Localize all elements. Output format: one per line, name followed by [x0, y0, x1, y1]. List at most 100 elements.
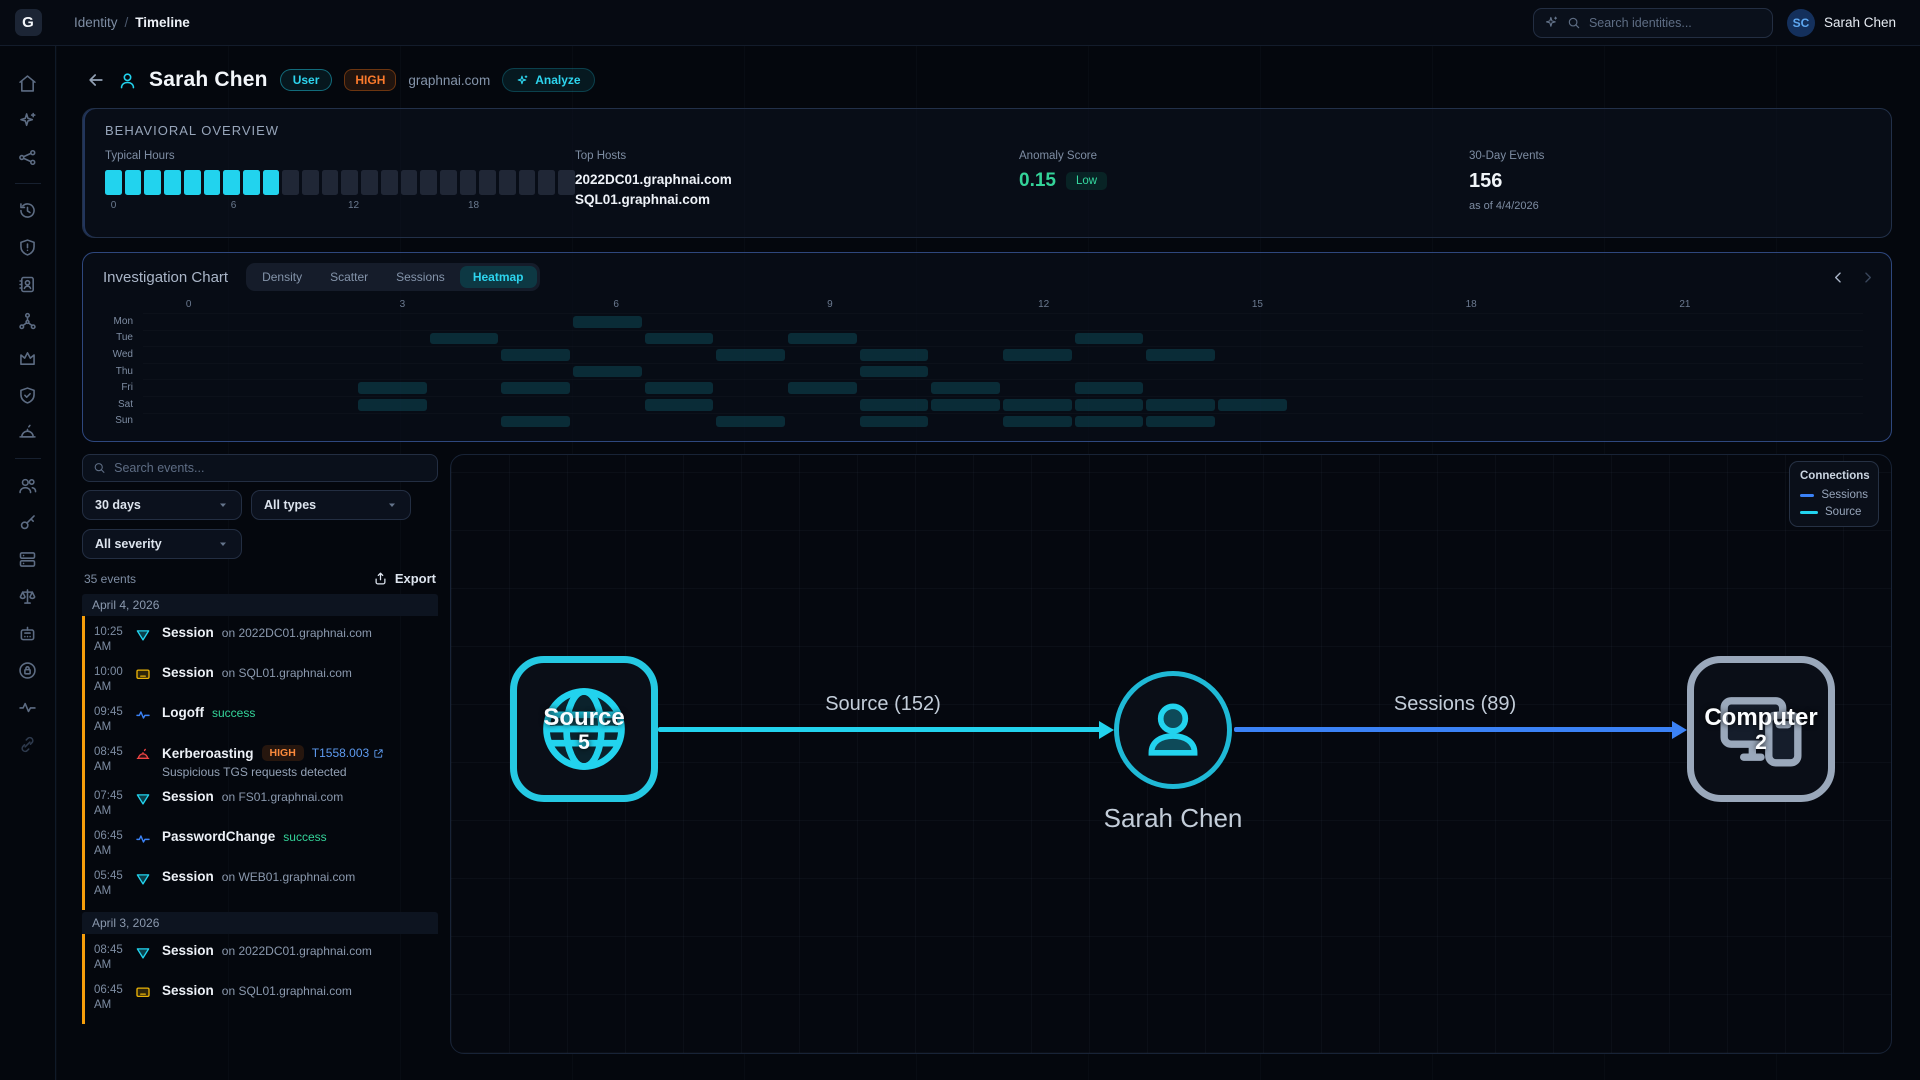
heatmap-hour-label: 3	[400, 299, 406, 310]
sidebar-item-servers[interactable]	[11, 542, 45, 576]
heatmap-cell[interactable]	[1003, 416, 1072, 428]
lock-circle-icon	[17, 660, 38, 681]
sidebar-item-activity[interactable]	[11, 690, 45, 724]
relationship-graph[interactable]: Connections SessionsSource Source (152) …	[450, 454, 1892, 1054]
breadcrumb-parent[interactable]: Identity	[74, 15, 118, 30]
date-range-select[interactable]: 30 days	[82, 490, 242, 520]
event-row[interactable]: 10:25AMSessionon 2022DC01.graphnai.com	[85, 620, 438, 660]
event-row[interactable]: 08:45AMKerberoastingHIGHT1558.003Suspici…	[85, 740, 438, 784]
heatmap-cell[interactable]	[430, 333, 499, 345]
event-type-select[interactable]: All types	[251, 490, 411, 520]
sidebar-item-link[interactable]	[11, 727, 45, 761]
node-computer[interactable]: Computer 2	[1687, 656, 1835, 802]
heatmap-cell[interactable]	[573, 316, 642, 328]
chevron-right-icon[interactable]	[1860, 270, 1875, 285]
heatmap-cell[interactable]	[1003, 349, 1072, 361]
legend-label: Sessions	[1821, 489, 1868, 501]
heatmap-cell[interactable]	[860, 399, 929, 411]
user-menu[interactable]: SC Sarah Chen	[1787, 9, 1896, 37]
event-row[interactable]: 06:45AMPasswordChangesuccess	[85, 824, 438, 864]
sidebar-item-graph-network[interactable]	[11, 140, 45, 174]
sidebar-item-history[interactable]	[11, 193, 45, 227]
analyze-label: Analyze	[535, 73, 580, 87]
event-row[interactable]: 09:45AMLogoffsuccess	[85, 700, 438, 740]
node-source[interactable]: Source 5	[510, 656, 658, 802]
heatmap-cell[interactable]	[501, 349, 570, 361]
heatmap-hour-label: 0	[186, 299, 192, 310]
chart-tabs: DensityScatterSessionsHeatmap	[246, 263, 539, 291]
heatmap-cell[interactable]	[1146, 416, 1215, 428]
event-title: Session	[162, 665, 214, 680]
heatmap-cell[interactable]	[716, 349, 785, 361]
export-button[interactable]: Export	[373, 571, 436, 586]
sidebar-item-scales[interactable]	[11, 579, 45, 613]
sidebar-item-hierarchy[interactable]	[11, 304, 45, 338]
heatmap-cell[interactable]	[1075, 333, 1144, 345]
heatmap-cell[interactable]	[501, 416, 570, 428]
tab-scatter[interactable]: Scatter	[317, 266, 381, 288]
event-row[interactable]: 08:45AMSessionon 2022DC01.graphnai.com	[85, 938, 438, 978]
sidebar-item-home[interactable]	[11, 66, 45, 100]
heatmap-cell[interactable]	[1075, 382, 1144, 394]
sidebar-item-shield-check[interactable]	[11, 378, 45, 412]
events-search-input[interactable]	[114, 461, 427, 475]
heatmap-cell[interactable]	[501, 382, 570, 394]
events-search[interactable]	[82, 454, 438, 482]
technique-link[interactable]: T1558.003	[312, 746, 384, 760]
hour-block-6	[223, 170, 240, 195]
identity-search[interactable]	[1533, 8, 1773, 38]
severity-select[interactable]: All severity	[82, 529, 242, 559]
heatmap-cell[interactable]	[573, 366, 642, 378]
node-user[interactable]: Sarah Chen	[1114, 671, 1232, 789]
event-host: on 2022DC01.graphnai.com	[222, 944, 372, 958]
heatmap-cell[interactable]	[860, 366, 929, 378]
heatmap-cell[interactable]	[1146, 399, 1215, 411]
sidebar-item-id-card[interactable]	[11, 267, 45, 301]
heatmap-cell[interactable]	[860, 349, 929, 361]
heatmap-cell[interactable]	[645, 382, 714, 394]
heatmap-cell[interactable]	[1146, 349, 1215, 361]
heatmap-track	[143, 330, 1863, 347]
tab-sessions[interactable]: Sessions	[383, 266, 458, 288]
heatmap-cell[interactable]	[931, 382, 1000, 394]
heatmap-cell[interactable]	[1075, 399, 1144, 411]
sidebar-item-robot[interactable]	[11, 616, 45, 650]
event-row[interactable]: 05:45AMSessionon WEB01.graphnai.com	[85, 864, 438, 904]
heatmap-cell[interactable]	[1075, 416, 1144, 428]
event-row[interactable]: 06:45AMSessionon SQL01.graphnai.com	[85, 978, 438, 1018]
heatmap-row-wed: Wed	[99, 346, 1875, 363]
sidebar-item-users[interactable]	[11, 468, 45, 502]
heatmap-cell[interactable]	[1218, 399, 1287, 411]
event-time: 06:45AM	[94, 829, 134, 859]
heatmap-cell[interactable]	[1003, 399, 1072, 411]
tab-heatmap[interactable]: Heatmap	[460, 266, 537, 288]
heatmap-cell[interactable]	[788, 333, 857, 345]
event-row[interactable]: 07:45AMSessionon FS01.graphnai.com	[85, 784, 438, 824]
heatmap-cell[interactable]	[358, 399, 427, 411]
back-button[interactable]	[86, 70, 106, 90]
heatmap-cell[interactable]	[931, 399, 1000, 411]
heatmap-cell[interactable]	[788, 382, 857, 394]
sidebar-item-lock-circle[interactable]	[11, 653, 45, 687]
heatmap-hour-label: 9	[827, 299, 833, 310]
sidebar-item-shield-alert[interactable]	[11, 230, 45, 264]
heatmap-cell[interactable]	[860, 416, 929, 428]
event-row[interactable]: 10:00AMSessionon SQL01.graphnai.com	[85, 660, 438, 700]
heatmap-cell[interactable]	[645, 399, 714, 411]
hour-block-12	[341, 170, 358, 195]
sidebar-item-key[interactable]	[11, 505, 45, 539]
heatmap-cell[interactable]	[645, 333, 714, 345]
app-logo[interactable]: G	[15, 9, 42, 36]
sidebar-item-alarm-bell[interactable]	[11, 415, 45, 449]
chevron-left-icon[interactable]	[1831, 270, 1846, 285]
hour-tick-label: 0	[111, 200, 117, 211]
export-icon	[373, 571, 388, 586]
heatmap-cell[interactable]	[716, 416, 785, 428]
sidebar-item-ai-assist[interactable]	[11, 103, 45, 137]
search-input[interactable]	[1589, 16, 1762, 30]
heatmap-cell[interactable]	[358, 382, 427, 394]
event-title: Session	[162, 625, 214, 640]
sidebar-item-crown[interactable]	[11, 341, 45, 375]
analyze-button[interactable]: Analyze	[502, 68, 594, 92]
tab-density[interactable]: Density	[249, 266, 315, 288]
